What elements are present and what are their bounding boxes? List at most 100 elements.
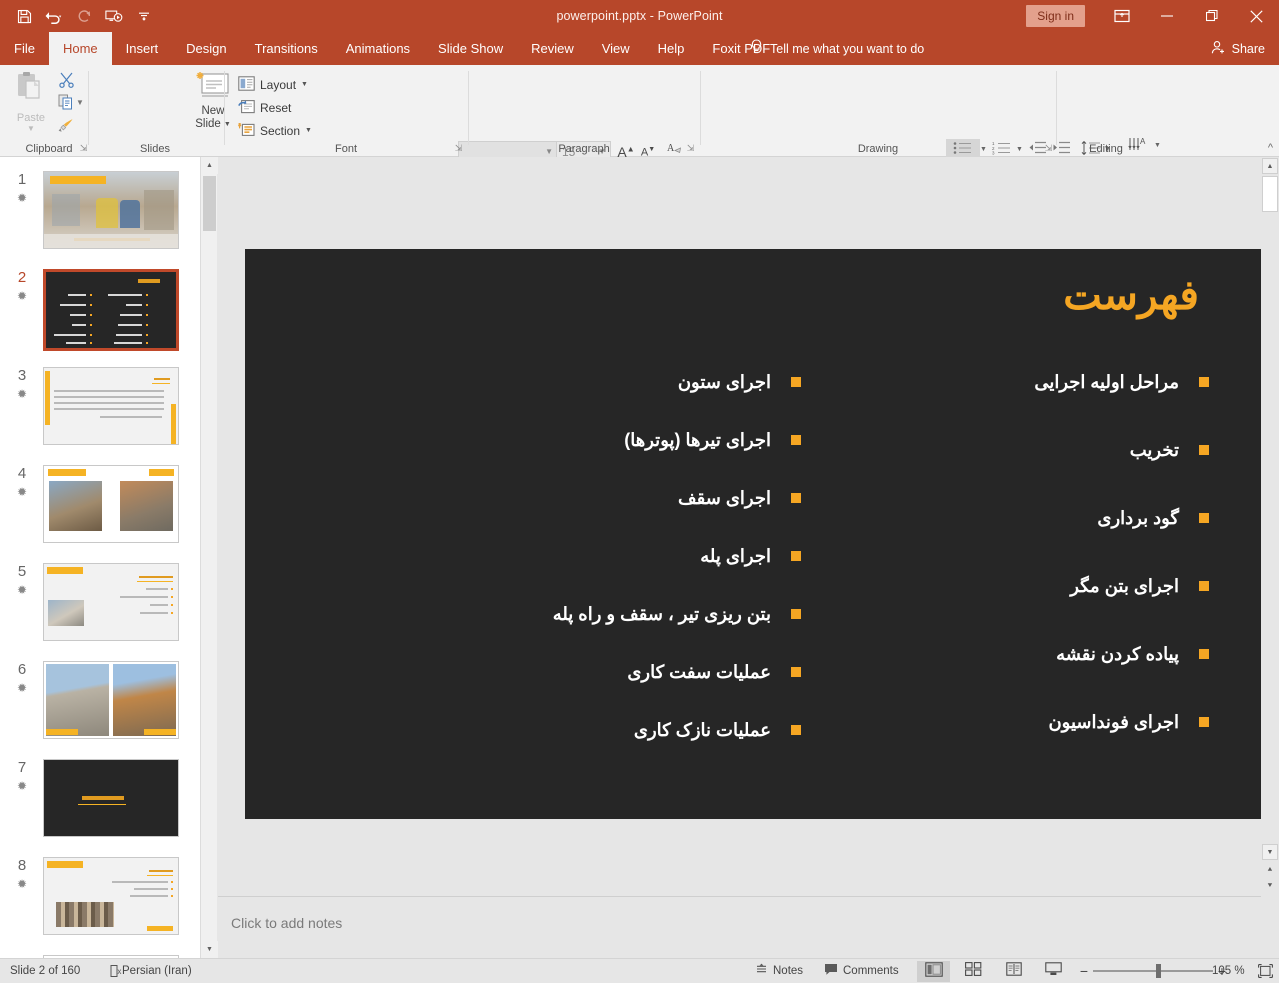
list-item[interactable]: گود برداری	[809, 503, 1209, 533]
notes-button[interactable]: Notes	[755, 959, 803, 983]
zoom-handle[interactable]	[1156, 964, 1161, 978]
list-item[interactable]: بتن ریزی تیر ، سقف و راه پله	[401, 599, 801, 629]
reading-view-button[interactable]	[997, 961, 1030, 982]
thumbnail-slide-3[interactable]: 3 ✹	[0, 367, 200, 453]
tab-view[interactable]: View	[588, 32, 644, 65]
current-slide[interactable]: فهرست مراحل اولیه اجرایی تخریب گود بردار…	[245, 249, 1261, 819]
slide-sorter-view-button[interactable]	[957, 961, 990, 982]
tab-transitions[interactable]: Transitions	[241, 32, 332, 65]
close-icon[interactable]	[1234, 0, 1279, 32]
thumbnail-image	[43, 367, 179, 445]
next-slide-icon[interactable]: ⯆	[1262, 879, 1278, 893]
group-label-paragraph: Paragraph	[470, 143, 698, 155]
drawing-dialog-launcher[interactable]: ⇲	[1043, 143, 1054, 154]
thumbnail-slide-5[interactable]: 5 ✹	[0, 563, 200, 649]
list-item-label: اجرای ستون	[401, 372, 771, 393]
tell-me-search[interactable]: Tell me what you want to do	[750, 32, 924, 65]
tab-file[interactable]: File	[0, 32, 49, 65]
paste-dropdown-icon[interactable]: ▼	[27, 124, 35, 133]
thumbnail-image	[43, 563, 179, 641]
cut-button[interactable]	[52, 71, 80, 92]
list-item[interactable]: اجرای تیرها (پوترها)	[401, 425, 801, 455]
list-item[interactable]: تخریب	[809, 435, 1209, 465]
collapse-ribbon-button[interactable]: ^	[1268, 142, 1273, 154]
mini-slide	[44, 858, 178, 934]
reading-view-icon	[1006, 962, 1022, 981]
list-item[interactable]: عملیات سفت کاری	[401, 657, 801, 687]
bullet-square-icon	[1199, 513, 1209, 523]
minimize-icon[interactable]	[1144, 0, 1189, 32]
tab-animations[interactable]: Animations	[332, 32, 424, 65]
ribbon-display-options-icon[interactable]	[1099, 0, 1144, 32]
list-item[interactable]: اجرای سقف	[401, 483, 801, 513]
zoom-track[interactable]	[1093, 970, 1213, 972]
sign-in-button[interactable]: Sign in	[1026, 5, 1085, 27]
thumbnail-slide-1[interactable]: 1 ✹	[0, 171, 200, 257]
list-item[interactable]: مراحل اولیه اجرایی	[809, 367, 1209, 397]
fit-to-window-button[interactable]	[1258, 959, 1273, 983]
thumbnail-slide-6[interactable]: 6 ✹	[0, 661, 200, 747]
slide-sorter-icon	[965, 962, 982, 981]
ribbon-group-drawing: A ▲ ▼ ▼	[702, 65, 1054, 157]
thumbnail-slide-7[interactable]: 7 ✹	[0, 759, 200, 845]
list-item[interactable]: اجرای فونداسیون	[809, 707, 1209, 737]
zoom-out-button[interactable]: −	[1075, 963, 1093, 979]
tab-review[interactable]: Review	[517, 32, 588, 65]
list-item[interactable]: اجرای پله	[401, 541, 801, 571]
slide-edit-area[interactable]: فهرست مراحل اولیه اجرایی تخریب گود بردار…	[218, 157, 1261, 896]
tab-insert[interactable]: Insert	[112, 32, 173, 65]
slide-show-view-button[interactable]	[1037, 961, 1070, 982]
scrollbar-thumb[interactable]	[1262, 176, 1278, 212]
slide-bullet-column-left[interactable]: اجرای ستون اجرای تیرها (پوترها) اجرای سق…	[401, 367, 801, 773]
list-item[interactable]: اجرای بتن مگر	[809, 571, 1209, 601]
slide-title[interactable]: فهرست	[1063, 271, 1199, 319]
tab-design[interactable]: Design	[172, 32, 240, 65]
comments-button[interactable]: Comments	[824, 959, 899, 983]
slide-vertical-scrollbar[interactable]: ▲ ▼ ⯅ ⯆	[1261, 157, 1279, 958]
scroll-up-icon[interactable]: ▲	[201, 157, 218, 174]
list-item[interactable]: پیاده کردن نقشه	[809, 639, 1209, 669]
scroll-up-icon[interactable]: ▲	[1262, 158, 1278, 174]
zoom-slider[interactable]: − +	[1075, 959, 1231, 983]
tab-slide-show[interactable]: Slide Show	[424, 32, 517, 65]
paragraph-dialog-launcher[interactable]: ⇲	[685, 143, 696, 154]
copy-dropdown-icon[interactable]: ▼	[76, 98, 84, 107]
title-bar: powerpoint.pptx - PowerPoint Sign in	[0, 0, 1279, 32]
language-label[interactable]: Persian (Iran)	[122, 959, 192, 983]
slide-thumbnail-pane[interactable]: 1 ✹ 2 ✹	[0, 157, 200, 958]
mini-slide	[44, 564, 178, 640]
list-item[interactable]: عملیات نازک کاری	[401, 715, 801, 745]
copy-icon	[58, 94, 74, 115]
tab-help[interactable]: Help	[644, 32, 699, 65]
restore-icon[interactable]	[1189, 0, 1234, 32]
paste-button[interactable]: Paste ▼	[10, 71, 52, 137]
paste-label: Paste	[17, 112, 45, 124]
thumbnail-slide-4[interactable]: 4 ✹	[0, 465, 200, 551]
scroll-down-icon[interactable]: ▼	[1262, 844, 1278, 860]
tell-me-label: Tell me what you want to do	[770, 42, 924, 56]
font-dialog-launcher[interactable]: ⇲	[453, 143, 464, 154]
normal-view-button[interactable]	[917, 961, 950, 982]
notes-pane[interactable]: Click to add notes	[218, 896, 1261, 958]
slide-bullet-column-right[interactable]: مراحل اولیه اجرایی تخریب گود برداری اجرا…	[809, 367, 1209, 775]
tab-home[interactable]: Home	[49, 32, 112, 65]
scrollbar-thumb[interactable]	[203, 176, 216, 231]
text-direction-dropdown-icon[interactable]: ▼	[1154, 142, 1161, 149]
scroll-down-icon[interactable]: ▼	[201, 941, 218, 958]
scissors-icon	[58, 71, 75, 93]
thumbnail-slide-8[interactable]: 8 ✹	[0, 857, 200, 943]
list-item-label: اجرای بتن مگر	[809, 576, 1179, 597]
previous-slide-icon[interactable]: ⯅	[1262, 863, 1278, 877]
animation-star-icon: ✹	[10, 191, 34, 205]
zoom-level-label[interactable]: 105 %	[1212, 959, 1245, 983]
thumbnail-slide-2[interactable]: 2 ✹	[0, 269, 200, 355]
comments-label: Comments	[843, 965, 899, 977]
thumbnail-scrollbar[interactable]: ▲ ▼	[200, 157, 217, 958]
list-item-label: تخریب	[809, 440, 1179, 461]
list-item[interactable]: اجرای ستون	[401, 367, 801, 397]
mini-slide	[44, 662, 178, 738]
list-item-label: اجرای تیرها (پوترها)	[401, 430, 771, 451]
share-button[interactable]: Share	[1211, 32, 1265, 65]
group-label-slides: Slides	[90, 143, 220, 155]
format-painter-button[interactable]	[52, 117, 80, 138]
